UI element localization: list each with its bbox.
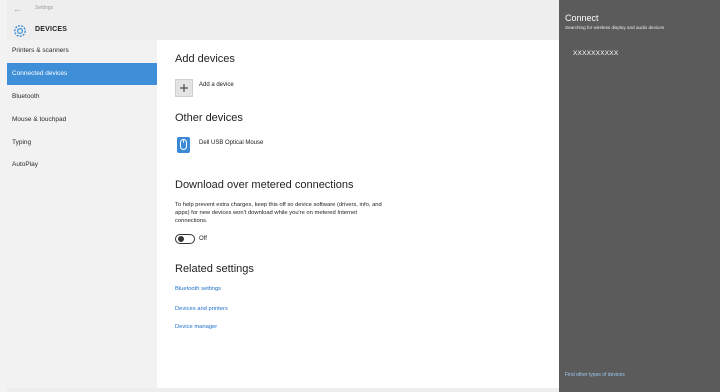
sidebar-item-label: Printers & scanners: [12, 47, 69, 54]
window-bottom-edge: [7, 388, 559, 392]
connect-title: Connect: [565, 13, 599, 23]
metered-heading: Download over metered connections: [175, 179, 354, 191]
other-devices-heading: Other devices: [175, 112, 243, 124]
sidebar-item-mouse-touchpad[interactable]: Mouse & touchpad: [7, 109, 157, 131]
main-content: Add devices Add a device Other devices D…: [157, 40, 559, 388]
connect-panel: Connect Searching for wireless display a…: [559, 0, 720, 392]
app-name: Settings: [35, 5, 54, 11]
sidebar-item-autoplay[interactable]: AutoPlay: [7, 154, 157, 176]
page-title: DEVICES: [35, 26, 68, 33]
sidebar-item-printers-scanners[interactable]: Printers & scanners: [7, 40, 157, 62]
device-name[interactable]: Dell USB Optical Mouse: [199, 140, 263, 146]
gear-icon: [14, 25, 26, 37]
connect-subtitle: Searching for wireless display and audio…: [565, 25, 665, 30]
connect-device-item[interactable]: XXXXXXXXXX: [573, 50, 618, 57]
sidebar-item-label: Mouse & touchpad: [12, 116, 67, 123]
sidebar-item-label: Typing: [12, 139, 32, 146]
plus-icon: [180, 84, 188, 92]
sidebar-item-bluetooth[interactable]: Bluetooth: [7, 86, 157, 108]
sidebar-item-label: AutoPlay: [12, 161, 39, 168]
back-arrow-icon[interactable]: ←: [13, 4, 22, 14]
add-devices-heading: Add devices: [175, 53, 235, 65]
add-device-button[interactable]: [175, 79, 193, 97]
sidebar-item-label: Connected devices: [12, 70, 68, 77]
add-device-label[interactable]: Add a device: [199, 82, 234, 88]
bluetooth-settings-link[interactable]: Bluetooth settings: [175, 286, 221, 292]
toggle-knob: [178, 236, 184, 242]
metered-toggle[interactable]: [175, 234, 195, 244]
toggle-state-label: Off: [199, 236, 207, 242]
mouse-device-icon: [177, 137, 190, 153]
related-settings-heading: Related settings: [175, 263, 254, 275]
desktop-edge: [0, 0, 7, 392]
devices-and-printers-link[interactable]: Devices and printers: [175, 306, 228, 312]
sidebar: Printers & scanners Connected devices Bl…: [7, 40, 157, 388]
sidebar-item-typing[interactable]: Typing: [7, 132, 157, 154]
sidebar-item-connected-devices[interactable]: Connected devices: [7, 63, 157, 85]
device-manager-link[interactable]: Device manager: [175, 324, 217, 330]
title-bar: ← Settings DEVICES: [7, 0, 559, 40]
settings-window: ← Settings DEVICES Printers & scanners C…: [7, 0, 559, 388]
metered-description: To help prevent extra charges, keep this…: [175, 202, 382, 224]
find-other-devices-link[interactable]: Find other types of devices: [565, 372, 625, 378]
screen: ← Settings DEVICES Printers & scanners C…: [0, 0, 720, 392]
sidebar-item-label: Bluetooth: [12, 93, 40, 100]
